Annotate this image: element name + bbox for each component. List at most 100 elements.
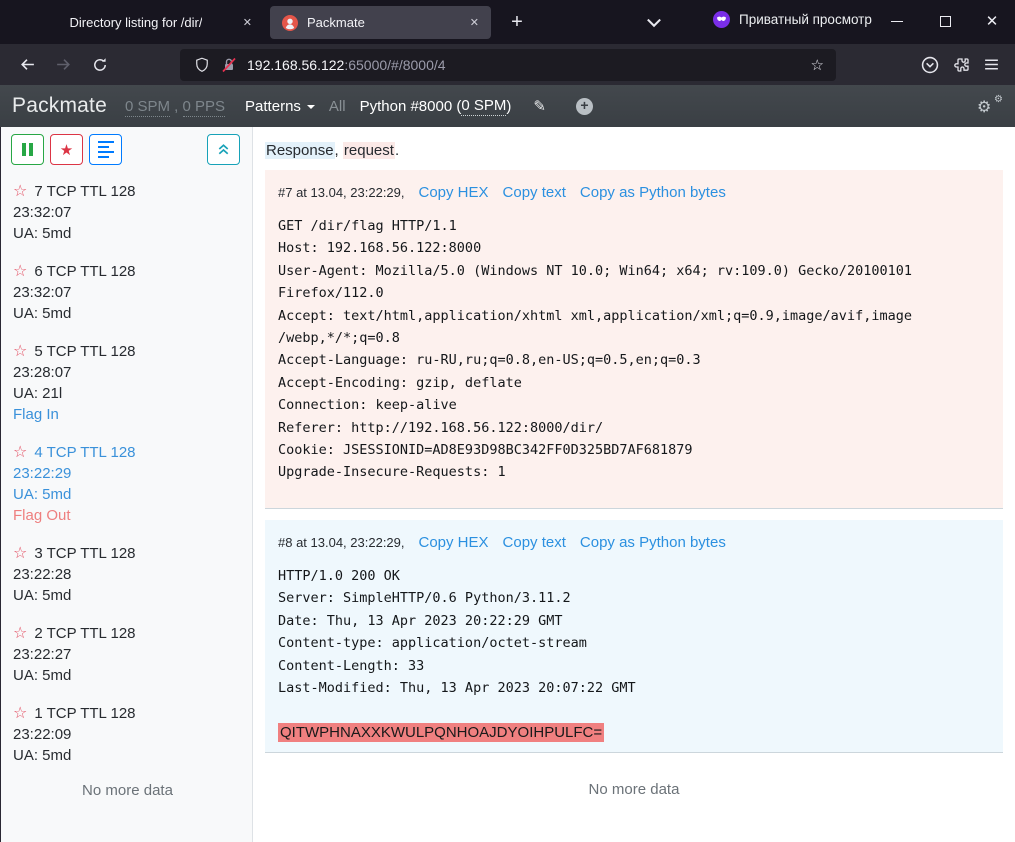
tracking-protection-shield-icon[interactable]	[193, 56, 211, 74]
add-service-button[interactable]: +	[576, 98, 593, 115]
url-domain: 192.168.56.122	[247, 57, 344, 73]
app-brand[interactable]: Packmate	[12, 94, 107, 118]
packet-title-row: ☆4 TCP TTL 128	[13, 441, 244, 463]
packet-id: #8 at 13.04, 23:22:29,	[278, 535, 405, 550]
packet-data-line: Referer: http://192.168.56.122:8000/dir/	[278, 417, 990, 439]
packet-data: GET /dir/flag HTTP/1.1Host: 192.168.56.1…	[278, 215, 990, 484]
service-suffix: )	[506, 98, 511, 115]
stream-panel: Response, request. #7 at 13.04, 23:22:29…	[253, 127, 1015, 842]
response-highlight: Response	[265, 142, 335, 159]
blank-line	[278, 699, 990, 721]
favorite-star-icon[interactable]: ☆	[13, 623, 27, 642]
packet-ua: UA: 5md	[13, 745, 244, 766]
copy-hex-link[interactable]: Copy HEX	[419, 184, 489, 201]
packet-ua: UA: 5md	[13, 665, 244, 686]
new-tab-button[interactable]: +	[503, 8, 531, 36]
favorite-star-icon[interactable]: ☆	[13, 703, 27, 722]
packet-data-line: HTTP/1.0 200 OK	[278, 565, 990, 587]
forward-button[interactable]	[48, 50, 78, 80]
packet-data-line: Accept-Language: ru-RU,ru;q=0.8,en-US;q=…	[278, 349, 990, 371]
patterns-dropdown[interactable]: Patterns	[245, 98, 315, 115]
packet-id: #7 at 13.04, 23:22:29,	[278, 185, 405, 200]
packet-data-line: /webp,*/*;q=0.8	[278, 327, 990, 349]
list-view-button[interactable]	[89, 134, 122, 165]
packet-ua: UA: 5md	[13, 484, 244, 505]
gear-large: ⚙	[977, 97, 991, 116]
packet-card: #7 at 13.04, 23:22:29, Copy HEX Copy text C…	[265, 170, 1003, 509]
copy-python-bytes-link[interactable]: Copy as Python bytes	[580, 184, 726, 201]
packet-data-line: Host: 192.168.56.122:8000	[278, 237, 990, 259]
reload-button[interactable]	[85, 50, 115, 80]
packet-list-item[interactable]: ☆3 TCP TTL 12823:22:28UA: 5md	[13, 542, 244, 606]
nav-item-service[interactable]: Python #8000 (0 SPM)	[360, 97, 512, 116]
lead-period: .	[395, 142, 399, 159]
copy-python-bytes-link[interactable]: Copy as Python bytes	[580, 534, 726, 551]
window-maximize-button[interactable]	[930, 6, 960, 36]
packet-time: 23:22:29	[13, 463, 244, 484]
packet-list-item[interactable]: ☆6 TCP TTL 12823:32:07UA: 5md	[13, 260, 244, 324]
stats-separator: ,	[170, 98, 183, 115]
bookmark-star-icon[interactable]: ☆	[811, 56, 824, 74]
favorite-star-icon[interactable]: ☆	[13, 181, 27, 200]
packet-data-line: Connection: keep-alive	[278, 394, 990, 416]
url-bar[interactable]: 192.168.56.122:65000/#/8000/4 ☆	[180, 49, 836, 81]
service-prefix: Python #8000 (	[360, 98, 462, 115]
favorite-star-icon[interactable]: ☆	[13, 261, 27, 280]
favorite-star-icon[interactable]: ☆	[13, 341, 27, 360]
favorite-star-icon[interactable]: ☆	[13, 442, 27, 461]
packet-data-line: Upgrade-Insecure-Requests: 1	[278, 461, 990, 483]
extensions-puzzle-icon[interactable]	[952, 56, 970, 74]
packet-list-item[interactable]: ☆4 TCP TTL 12823:22:29UA: 5mdFlag Out	[13, 441, 244, 526]
copy-hex-link[interactable]: Copy HEX	[419, 534, 489, 551]
packet-data-line: Accept-Encoding: gzip, deflate	[278, 372, 990, 394]
copy-text-link[interactable]: Copy text	[503, 534, 566, 551]
packet-title: 6 TCP TTL 128	[34, 263, 135, 280]
packet-data-line: GET /dir/flag HTTP/1.1	[278, 215, 990, 237]
double-chevron-up-icon	[216, 142, 231, 157]
star-icon: ★	[60, 141, 73, 159]
tab-directory-listing[interactable]: Directory listing for /dir/ ✕	[8, 6, 264, 39]
packet-list-item[interactable]: ☆5 TCP TTL 12823:28:07UA: 21lFlag In	[13, 340, 244, 425]
favorites-filter-button[interactable]: ★	[50, 134, 83, 165]
private-browsing-badge: Приватный просмотр	[713, 11, 872, 28]
url-text[interactable]: 192.168.56.122:65000/#/8000/4	[247, 57, 446, 73]
packet-title-row: ☆ 7 TCP TTL 128	[13, 180, 244, 202]
packet-ua: UA: 5md	[13, 223, 244, 244]
stream-description: Response, request.	[265, 140, 1003, 161]
nav-item-all[interactable]: All	[329, 98, 346, 115]
tab-title: Directory listing for /dir/	[70, 15, 203, 30]
pause-capture-button[interactable]	[11, 134, 44, 165]
window-minimize-button[interactable]	[882, 6, 912, 36]
packet-title: 7 TCP TTL 128	[34, 183, 135, 200]
window-close-button[interactable]: ✕	[977, 6, 1007, 36]
capture-stats: 0 SPM , 0 PPS	[125, 98, 225, 115]
tab-packmate[interactable]: Packmate ✕	[270, 6, 491, 39]
scroll-to-top-button[interactable]	[207, 134, 240, 165]
packet-list-item[interactable]: ☆2 TCP TTL 12823:22:27UA: 5md	[13, 622, 244, 686]
list-all-tabs-chevron-icon[interactable]	[643, 12, 665, 34]
packet-flag-link[interactable]: Flag In	[13, 404, 244, 425]
packet-list-item[interactable]: ☆1 TCP TTL 12823:22:09UA: 5md	[13, 702, 244, 766]
settings-gear-icon[interactable]: ⚙⚙	[977, 97, 1003, 116]
gear-small: ⚙	[994, 94, 1003, 105]
packet-data-line: Content-type: application/octet-stream	[278, 632, 990, 654]
packet-title-row: ☆5 TCP TTL 128	[13, 340, 244, 362]
packet-data-line: Accept: text/html,application/xhtml xml,…	[278, 305, 990, 327]
tab-close-icon[interactable]: ✕	[470, 16, 479, 29]
packet-data-line: Server: SimpleHTTP/0.6 Python/3.11.2	[278, 587, 990, 609]
packet-time: 23:32:07	[13, 282, 244, 303]
packet-time: 23:22:09	[13, 724, 244, 745]
pocket-icon[interactable]	[921, 56, 939, 74]
packet-data: HTTP/1.0 200 OKServer: SimpleHTTP/0.6 Py…	[278, 565, 990, 744]
copy-text-link[interactable]: Copy text	[503, 184, 566, 201]
packet-list-item[interactable]: ☆ 7 TCP TTL 128 23:32:07UA: 5md	[13, 180, 244, 244]
packet-time: 23:32:07	[13, 202, 244, 223]
back-button[interactable]	[12, 50, 42, 80]
tab-close-icon[interactable]: ✕	[243, 16, 252, 29]
insecure-lock-icon[interactable]	[221, 57, 237, 73]
edit-service-pencil-icon[interactable]: ✎	[533, 97, 546, 115]
flag-highlight: QITWPHNAXXKWULPQNHOAJDYOIHPULFC=	[278, 723, 604, 742]
packet-flag-link[interactable]: Flag Out	[13, 505, 244, 526]
menu-hamburger-icon[interactable]	[983, 56, 1000, 73]
favorite-star-icon[interactable]: ☆	[13, 543, 27, 562]
